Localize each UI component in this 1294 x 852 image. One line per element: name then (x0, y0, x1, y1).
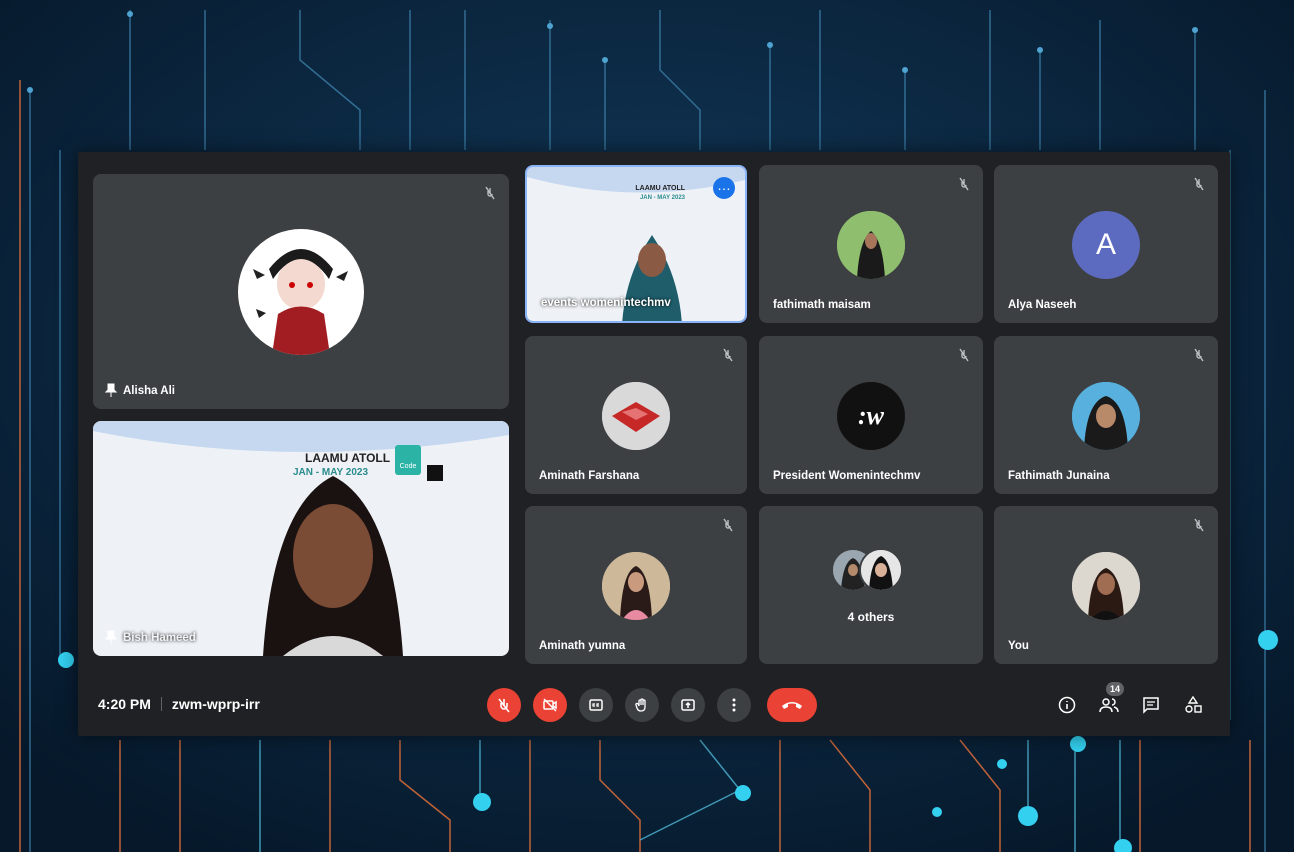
participant-name: Aminath yumna (539, 640, 626, 652)
meeting-code[interactable]: zwm-wprp-irr (172, 696, 260, 712)
participant-name: fathimath maisam (773, 299, 871, 311)
participant-tile-aminath-yumna[interactable]: Aminath yumna (525, 506, 747, 664)
participant-tile-fathimath-junaina[interactable]: Fathimath Junaina (994, 336, 1218, 494)
others-count-label: 4 others (847, 610, 895, 624)
meeting-info: 4:20 PM zwm-wprp-irr (98, 696, 260, 712)
present-screen-button[interactable] (671, 688, 705, 722)
participant-name: Bish Hameed (123, 632, 196, 644)
slide-title: LAAMU ATOLL (305, 451, 391, 465)
control-bar: 4:20 PM zwm-wprp-irr 14 (78, 674, 1230, 736)
participant-name: Fathimath Junaina (1008, 470, 1110, 482)
mic-off-icon (498, 698, 510, 713)
participant-name: President Womenintechmv (773, 470, 921, 482)
mic-off-icon (1194, 348, 1204, 362)
info-icon (1058, 696, 1076, 714)
participant-name: Alya Naseeh (1008, 299, 1077, 311)
people-icon (1099, 698, 1119, 713)
avatar (1072, 382, 1140, 450)
activities-button[interactable] (1182, 694, 1204, 716)
participant-tile-events[interactable]: LAAMU ATOLL JAN - MAY 2023 … events wome… (525, 165, 747, 323)
avatar (602, 382, 670, 450)
slide-wave (93, 421, 509, 453)
camera-off-icon (543, 698, 557, 712)
mic-off-icon (959, 177, 969, 191)
chat-icon (1143, 697, 1159, 714)
mic-off-icon (485, 186, 495, 200)
participant-tile-alya[interactable]: A Alya Naseeh (994, 165, 1218, 323)
mic-off-icon (723, 518, 733, 532)
pin-icon[interactable] (105, 383, 117, 397)
avatar (602, 552, 670, 620)
slide-subtitle: JAN - MAY 2023 (639, 195, 685, 201)
divider (160, 697, 162, 711)
logo-text: :w (858, 401, 884, 430)
microphone-toggle-button[interactable] (487, 688, 521, 722)
mic-off-icon (1194, 177, 1204, 191)
hand-icon (635, 698, 646, 712)
avatar: :w (837, 382, 905, 450)
video-person (243, 466, 423, 656)
more-options-button[interactable] (717, 688, 751, 722)
present-icon (681, 699, 695, 711)
slide-title: LAAMU ATOLL (635, 185, 685, 192)
participant-tile-president[interactable]: :w President Womenintechmv (759, 336, 983, 494)
participant-name: Alisha Ali (123, 385, 175, 397)
people-button[interactable]: 14 (1098, 682, 1125, 716)
meet-window: Alisha Ali LAAMU ATOLL JAN - MAY 2023 … … (78, 152, 1230, 736)
logo-badge (427, 465, 443, 481)
mic-off-icon (723, 348, 733, 362)
more-vert-icon (732, 698, 736, 712)
participant-tile-alisha[interactable]: Alisha Ali (93, 174, 509, 409)
participant-tile-you[interactable]: You (994, 506, 1218, 664)
participant-tile-aminath-farshana[interactable]: Aminath Farshana (525, 336, 747, 494)
avatar-initial: A (1095, 228, 1116, 261)
leave-call-button[interactable] (767, 688, 817, 722)
mic-off-icon (959, 348, 969, 362)
camera-toggle-button[interactable] (533, 688, 567, 722)
participant-name: You (1008, 640, 1029, 652)
people-count-badge: 14 (1106, 682, 1125, 696)
chat-button[interactable] (1140, 694, 1162, 716)
raise-hand-button[interactable] (625, 688, 659, 722)
meeting-time: 4:20 PM (98, 696, 151, 712)
avatar (837, 211, 905, 279)
meeting-details-button[interactable] (1056, 694, 1078, 716)
participant-name: events womenintechmv (541, 297, 671, 309)
more-options-icon[interactable]: … (713, 177, 735, 199)
participant-name: Aminath Farshana (539, 470, 640, 482)
participant-tile-bish[interactable]: LAAMU ATOLL JAN - MAY 2023 Code Bish Ham… (93, 421, 509, 656)
avatar (859, 548, 903, 592)
captions-button[interactable] (579, 688, 613, 722)
mic-off-icon (1194, 518, 1204, 532)
phone-hangup-icon (782, 702, 802, 709)
participant-tile-fathimath-maisam[interactable]: fathimath maisam (759, 165, 983, 323)
avatar (238, 229, 364, 355)
participant-tile-others[interactable]: 4 others (759, 506, 983, 664)
pin-icon[interactable] (105, 630, 117, 644)
avatar (1072, 552, 1140, 620)
avatar: A (1072, 211, 1140, 279)
activities-icon (1185, 696, 1202, 713)
closed-captions-icon (589, 699, 603, 711)
